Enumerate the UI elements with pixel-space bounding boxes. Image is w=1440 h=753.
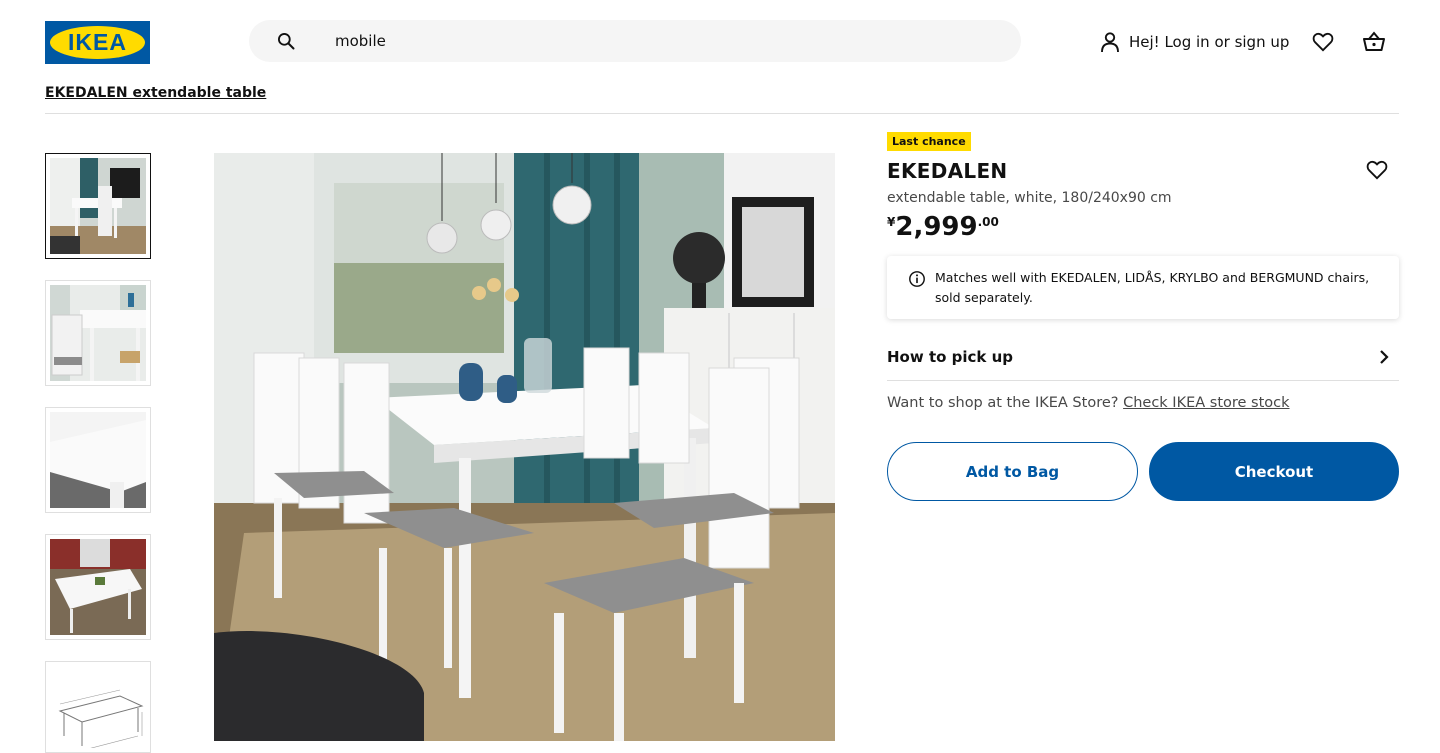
store-prompt: Want to shop at the IKEA Store? — [887, 395, 1119, 411]
info-text: Matches well with EKEDALEN, LIDÅS, KRYLB… — [935, 270, 1370, 305]
store-stock-line: Want to shop at the IKEA Store? Check IK… — [887, 395, 1290, 411]
info-message: Matches well with EKEDALEN, LIDÅS, KRYLB… — [887, 256, 1399, 319]
favourites-button[interactable] — [1311, 30, 1335, 54]
logo-text: IKEA — [68, 29, 127, 55]
thumbnail-3[interactable] — [45, 407, 151, 513]
add-to-favourites-button[interactable] — [1366, 160, 1390, 184]
info-icon — [909, 271, 925, 287]
price-integer: 2,999 — [895, 212, 978, 242]
thumbnail-image — [50, 285, 146, 381]
shopping-bag-button[interactable] — [1362, 30, 1386, 54]
login-label: Hej! Log in or sign up — [1129, 33, 1290, 51]
checkout-button[interactable]: Checkout — [1149, 442, 1399, 501]
add-to-bag-button[interactable]: Add to Bag — [887, 442, 1138, 501]
thumbnail-5[interactable] — [45, 661, 151, 753]
main-product-image[interactable] — [214, 153, 835, 741]
search-bar[interactable] — [249, 20, 1021, 62]
thumbnail-image — [50, 539, 146, 635]
logo-oval: IKEA — [50, 26, 145, 59]
product-photo — [214, 153, 835, 741]
thumbnail-image — [50, 158, 146, 254]
thumbnail-image — [50, 666, 146, 748]
thumbnail-1[interactable] — [45, 153, 151, 259]
ikea-logo[interactable]: IKEA — [45, 21, 150, 64]
price: ¥ 2,999 .00 — [887, 212, 999, 242]
heart-icon — [1312, 32, 1334, 52]
price-currency: ¥ — [887, 215, 896, 229]
heart-icon — [1366, 160, 1388, 180]
status-badge: Last chance — [887, 132, 971, 151]
shopping-bag-icon — [1363, 31, 1385, 51]
chevron-right-icon — [1380, 349, 1389, 364]
breadcrumb[interactable]: EKEDALEN extendable table — [45, 85, 266, 101]
product-description: extendable table, white, 180/240x90 cm — [887, 190, 1172, 206]
pickup-label: How to pick up — [887, 347, 1014, 366]
user-icon — [1101, 32, 1119, 53]
product-name: EKEDALEN — [887, 159, 1008, 183]
thumbnail-2[interactable] — [45, 280, 151, 386]
search-input[interactable] — [335, 20, 995, 62]
check-store-stock-link[interactable]: Check IKEA store stock — [1123, 395, 1289, 411]
thumbnail-image — [50, 412, 146, 508]
price-decimal: .00 — [977, 215, 999, 229]
header-divider — [45, 113, 1399, 114]
thumbnail-4[interactable] — [45, 534, 151, 640]
login-link[interactable]: Hej! Log in or sign up — [1100, 30, 1289, 54]
how-to-pick-up-row[interactable]: How to pick up — [887, 333, 1399, 381]
search-icon[interactable] — [276, 31, 296, 51]
